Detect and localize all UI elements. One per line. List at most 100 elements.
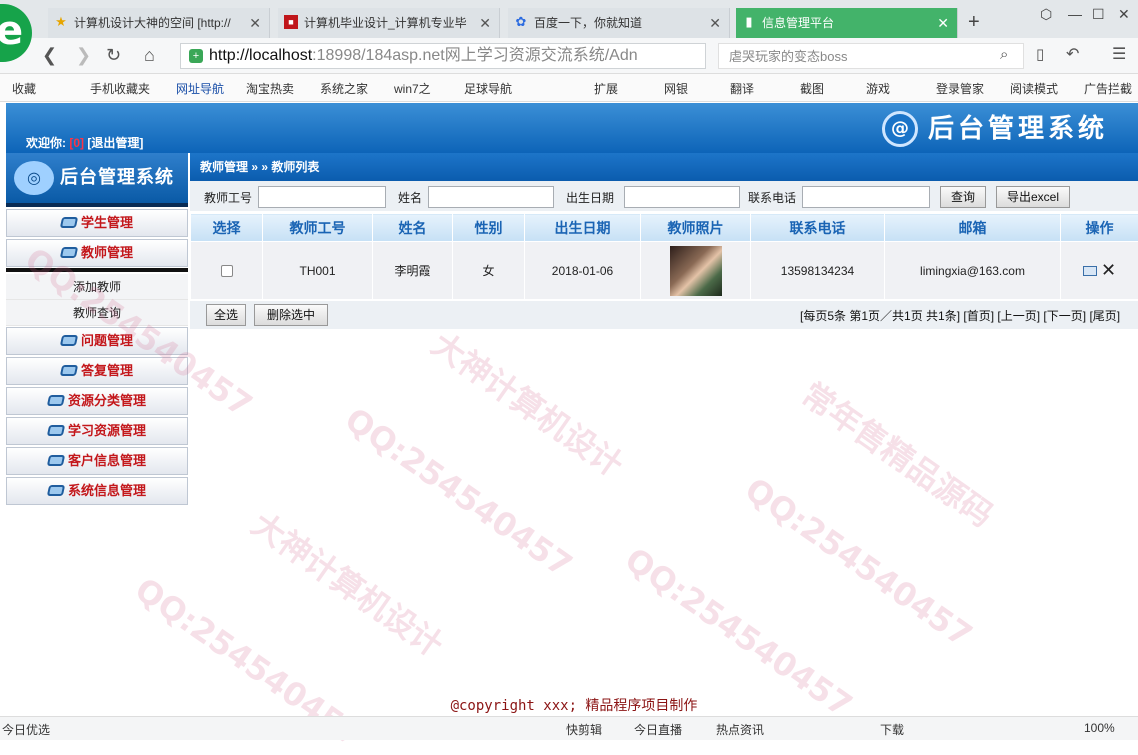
menu-learning-resource[interactable]: 学习资源管理 [6,417,188,445]
close-icon[interactable]: ✕ [937,8,949,38]
phone-input[interactable] [802,186,930,208]
browser-tab-1[interactable]: ★ 计算机设计大神的空间 [http:// ✕ [48,8,270,38]
bookmarks-bar: 收藏 手机收藏夹 网址导航 淘宝热卖 系统之家 win7之 足球导航 扩展 网银… [0,74,1138,102]
menu-icon [47,425,65,436]
close-icon[interactable]: ✕ [479,8,491,38]
address-bar: ❮ ❯ ↻ ⌂ + http://localhost:18998/184asp.… [0,38,1138,74]
bookmark-item[interactable]: 系统之家 [320,80,368,97]
watermark: 大神计算机设计 [424,320,634,486]
name-input[interactable] [428,186,554,208]
row-checkbox[interactable] [221,265,233,277]
bookmark-item[interactable]: 广告拦截 [1084,80,1132,97]
menu-icon [47,455,65,466]
bookmark-item[interactable]: 足球导航 [464,80,512,97]
sidebar-header: ◎ 后台管理系统 [6,153,188,207]
menu-teacher[interactable]: 教师管理 [6,239,188,267]
submenu-query-teacher[interactable]: 教师查询 [6,300,188,326]
bookmark-item[interactable]: 扩展 [594,80,618,97]
copyright-footer: @copyright xxx; 精品程序项目制作 [0,695,1138,715]
query-button[interactable]: 查询 [940,186,986,208]
browser-status-bar: 今日优选 快剪辑 今日直播 热点资讯 下载 100% [0,716,1138,740]
status-item[interactable]: 快剪辑 [566,721,602,738]
current-user: [0] [69,136,84,150]
birth-date-input[interactable] [624,186,740,208]
status-item[interactable]: 今日直播 [634,721,682,738]
close-icon[interactable]: ✕ [249,8,261,38]
shirt-icon[interactable]: ⬡ [1040,6,1052,23]
home-icon[interactable]: ⌂ [144,44,155,66]
col-header: 姓名 [373,214,453,242]
pager-summary: [每页5条 第1页／共1页 共1条] [800,309,960,323]
url-input[interactable]: + http://localhost:18998/184asp.net网上学习资… [180,43,706,69]
bookmark-item[interactable]: 网银 [664,80,688,97]
col-header: 教师工号 [263,214,373,242]
menu-divider [6,268,188,272]
refresh-icon[interactable]: ↻ [106,44,121,66]
menu-customer-info[interactable]: 客户信息管理 [6,447,188,475]
phone-icon[interactable]: ▯ [1036,44,1044,66]
minimize-icon[interactable]: — [1068,6,1082,22]
menu-icon [47,485,65,496]
new-tab-icon[interactable]: + [968,8,980,36]
edit-icon[interactable] [1083,266,1097,276]
email-cell: limingxia@163.com [885,242,1061,300]
maximize-icon[interactable]: ☐ [1092,6,1105,23]
bookmark-item[interactable]: 游戏 [866,80,890,97]
window-close-icon[interactable]: ✕ [1118,6,1130,23]
select-cell [191,242,263,300]
secure-icon: + [189,49,203,63]
back-icon[interactable]: ❮ [42,44,57,66]
submenu-add-teacher[interactable]: 添加教师 [6,274,188,300]
delete-selected-button[interactable]: 删除选中 [254,304,328,326]
teacher-photo [670,246,722,296]
bookmark-item[interactable]: 阅读模式 [1010,80,1058,97]
paw-icon: ✿ [514,15,528,29]
menu-question[interactable]: 问题管理 [6,327,188,355]
delete-icon[interactable]: ✕ [1101,260,1116,280]
last-page-link[interactable]: [尾页] [1089,309,1120,323]
status-item[interactable]: 热点资讯 [716,721,764,738]
browser-tab-3[interactable]: ✿ 百度一下，你就知道 ✕ [508,8,730,38]
first-page-link[interactable]: [首页] [963,309,994,323]
header-logo: @后台管理系统 [882,111,1108,147]
menu-resource-category[interactable]: 资源分类管理 [6,387,188,415]
col-header: 操作 [1061,214,1138,242]
breadcrumb: 教师管理 » » 教师列表 [190,153,1138,181]
filter-bar: 教师工号 姓名 出生日期 联系电话 查询 导出excel [190,181,1138,211]
bookmark-item[interactable]: 翻译 [730,80,754,97]
bookmark-item[interactable]: 网址导航 [176,80,224,97]
browser-tab-4-active[interactable]: ▮ 信息管理平台 ✕ [736,8,958,38]
status-item[interactable]: 下载 [880,721,904,738]
select-all-button[interactable]: 全选 [206,304,246,326]
forward-icon[interactable]: ❯ [76,44,91,66]
sidebar: ◎ 后台管理系统 学生管理 教师管理 添加教师 教师查询 问题管理 答复管理 资… [6,153,188,507]
close-icon[interactable]: ✕ [709,8,721,38]
filter-label-id: 教师工号 [204,189,252,206]
menu-reply[interactable]: 答复管理 [6,357,188,385]
next-page-link[interactable]: [下一页] [1043,309,1086,323]
teacher-id-input[interactable] [258,186,386,208]
undo-icon[interactable]: ↶ [1066,44,1079,66]
bookmark-item[interactable]: 手机收藏夹 [90,80,150,97]
bookmark-item[interactable]: 收藏 [12,80,36,97]
bookmark-item[interactable]: win7之 [394,80,431,97]
bookmark-item[interactable]: 淘宝热卖 [246,80,294,97]
action-cell: ✕ [1061,242,1138,300]
bookmark-item[interactable]: 登录管家 [936,80,984,97]
prev-page-link[interactable]: [上一页] [997,309,1040,323]
menu-student[interactable]: 学生管理 [6,209,188,237]
browser-tab-2[interactable]: ■ 计算机毕业设计_计算机专业毕 ✕ [278,8,500,38]
status-item[interactable]: 今日优选 [2,721,50,738]
logout-link[interactable]: [退出管理] [87,136,143,150]
menu-icon[interactable]: ☰ [1112,44,1126,66]
search-icon[interactable]: ⌕ [1000,44,1008,66]
export-excel-button[interactable]: 导出excel [996,186,1070,208]
teacher-id-cell: TH001 [263,242,373,300]
red-square-icon: ■ [284,15,298,29]
star-icon: ★ [54,15,68,29]
browser-search-input[interactable]: 虐哭玩家的变态boss [718,43,1024,69]
gender-cell: 女 [453,242,525,300]
menu-system-info[interactable]: 系统信息管理 [6,477,188,505]
bookmark-item[interactable]: 截图 [800,80,824,97]
zoom-level[interactable]: 100% [1084,721,1115,735]
